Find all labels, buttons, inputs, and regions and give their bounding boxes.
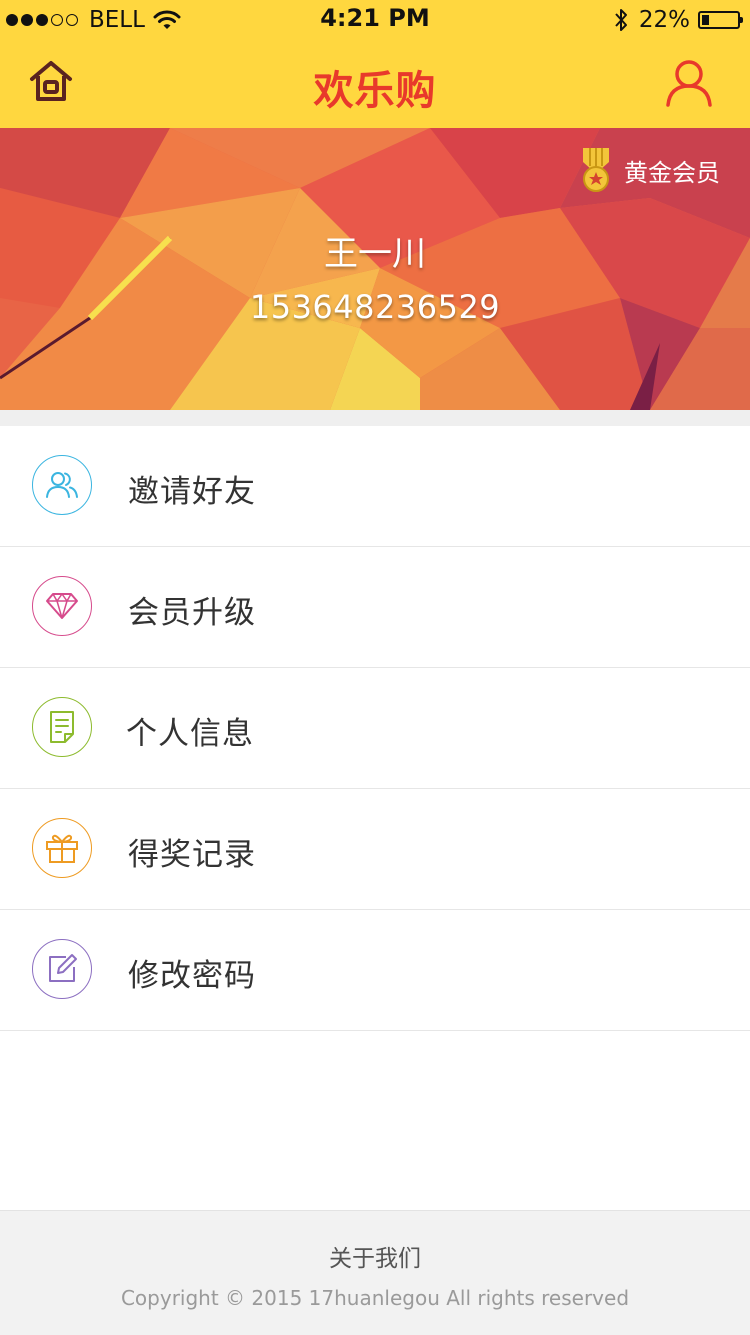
edit-icon <box>32 939 92 999</box>
diamond-icon <box>32 576 92 636</box>
friends-icon <box>32 455 92 515</box>
menu-item-label: 修改密码 <box>128 958 256 994</box>
medal-icon <box>583 148 609 192</box>
gift-icon <box>32 818 92 878</box>
menu-item-label: 得奖记录 <box>128 837 256 873</box>
menu-item-change-password[interactable]: 修改密码 <box>0 910 750 1031</box>
profile-banner: 黄金会员 王一川 153648236529 <box>0 128 750 410</box>
menu-item-label: 会员升级 <box>128 595 256 631</box>
section-divider <box>0 410 750 426</box>
navigation-bar: 欢乐购 <box>0 40 750 128</box>
menu-item-invite-friends[interactable]: 邀请好友 <box>0 426 750 547</box>
status-right: 22% <box>613 5 743 35</box>
menu-item-label: 个人信息 <box>126 716 254 752</box>
battery-percent: 22% <box>638 7 690 33</box>
footer: 关于我们 Copyright © 2015 17huanlegou All ri… <box>0 1210 750 1335</box>
app-title: 欢乐购 <box>313 68 437 114</box>
menu-item-label: 邀请好友 <box>128 474 256 510</box>
menu-item-prize-history[interactable]: 得奖记录 <box>0 789 750 910</box>
battery-cap <box>740 17 743 23</box>
battery-icon <box>698 11 743 29</box>
user-name: 王一川 <box>324 234 426 274</box>
membership-level: 黄金会员 <box>624 158 720 187</box>
document-icon <box>32 697 92 757</box>
menu-item-personal-info[interactable]: 个人信息 <box>0 668 750 789</box>
copyright-text: Copyright © 2015 17huanlegou All rights … <box>120 1286 630 1310</box>
battery-fill <box>702 15 709 25</box>
membership-badge: 黄金会员 <box>580 148 720 192</box>
bluetooth-icon <box>615 9 627 31</box>
user-phone: 153648236529 <box>249 288 501 326</box>
user-icon[interactable] <box>664 58 714 108</box>
menu-item-member-upgrade[interactable]: 会员升级 <box>0 547 750 668</box>
status-bar: BELL 4:21 PM 22% <box>0 0 750 40</box>
about-us-link[interactable]: 关于我们 <box>0 1239 750 1273</box>
menu-list: 邀请好友 会员升级 个人信息 得奖记录 修改密码 <box>0 426 750 1031</box>
